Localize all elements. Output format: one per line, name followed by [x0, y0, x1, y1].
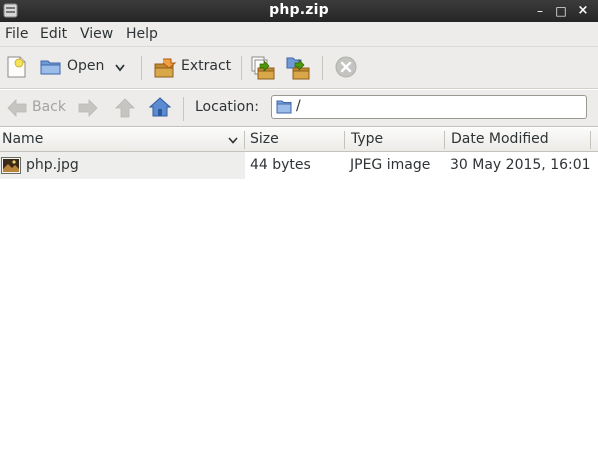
back-button[interactable]: Back [5, 95, 71, 121]
add-files-icon[interactable] [250, 55, 276, 81]
file-date-modified: 30 May 2015, 16:01 [450, 157, 591, 173]
extract-button[interactable]: Extract [151, 53, 233, 83]
location-field[interactable]: / [271, 95, 587, 119]
extract-icon [154, 58, 177, 78]
title-bar: php.zip – □ × [0, 0, 598, 22]
chevron-down-icon[interactable] [115, 64, 125, 72]
folder-icon [276, 100, 292, 114]
open-label: Open [67, 58, 105, 74]
add-folder-icon[interactable] [285, 55, 311, 81]
toolbar-separator [141, 56, 142, 80]
column-header: Name Size Type Date Modified [0, 128, 598, 152]
menu-file[interactable]: File [5, 26, 28, 42]
stop-icon[interactable] [335, 56, 357, 78]
file-row[interactable]: php.jpg 44 bytes JPEG image 30 May 2015,… [0, 152, 598, 179]
menu-edit[interactable]: Edit [40, 26, 67, 42]
menu-bar: File Edit View Help [0, 22, 598, 47]
toolbar-separator [322, 56, 323, 80]
image-file-icon [1, 157, 21, 174]
column-divider[interactable] [344, 131, 345, 149]
column-type[interactable]: Type [351, 128, 383, 152]
location-value: / [296, 98, 301, 114]
home-icon[interactable] [148, 96, 172, 118]
column-date-modified[interactable]: Date Modified [451, 128, 549, 152]
sort-descending-icon[interactable] [228, 137, 238, 144]
toolbar: Open Extract [0, 47, 598, 89]
window-title: php.zip [269, 2, 329, 18]
toolbar-separator [183, 97, 184, 121]
column-divider[interactable] [244, 131, 245, 149]
open-button[interactable]: Open [38, 53, 133, 83]
arrow-left-icon [7, 99, 27, 117]
file-name[interactable]: php.jpg [26, 157, 79, 173]
column-name[interactable]: Name [2, 128, 43, 152]
up-icon[interactable] [115, 98, 135, 118]
column-divider[interactable] [590, 131, 591, 149]
forward-icon[interactable] [78, 99, 98, 117]
file-type: JPEG image [350, 157, 431, 173]
menu-view[interactable]: View [80, 26, 113, 42]
minimize-button[interactable]: – [531, 2, 549, 20]
menu-help[interactable]: Help [126, 26, 158, 42]
toolbar-separator [241, 56, 242, 80]
extract-label: Extract [181, 58, 232, 74]
column-size[interactable]: Size [250, 128, 279, 152]
location-label: Location: [195, 99, 259, 115]
column-divider[interactable] [444, 131, 445, 149]
new-archive-icon[interactable] [5, 55, 27, 79]
back-label: Back [32, 99, 66, 115]
file-size: 44 bytes [250, 157, 311, 173]
location-bar: Back Location: / [0, 90, 598, 127]
maximize-button[interactable]: □ [552, 2, 570, 20]
folder-open-icon [40, 60, 61, 75]
close-window-button[interactable]: × [574, 2, 592, 20]
